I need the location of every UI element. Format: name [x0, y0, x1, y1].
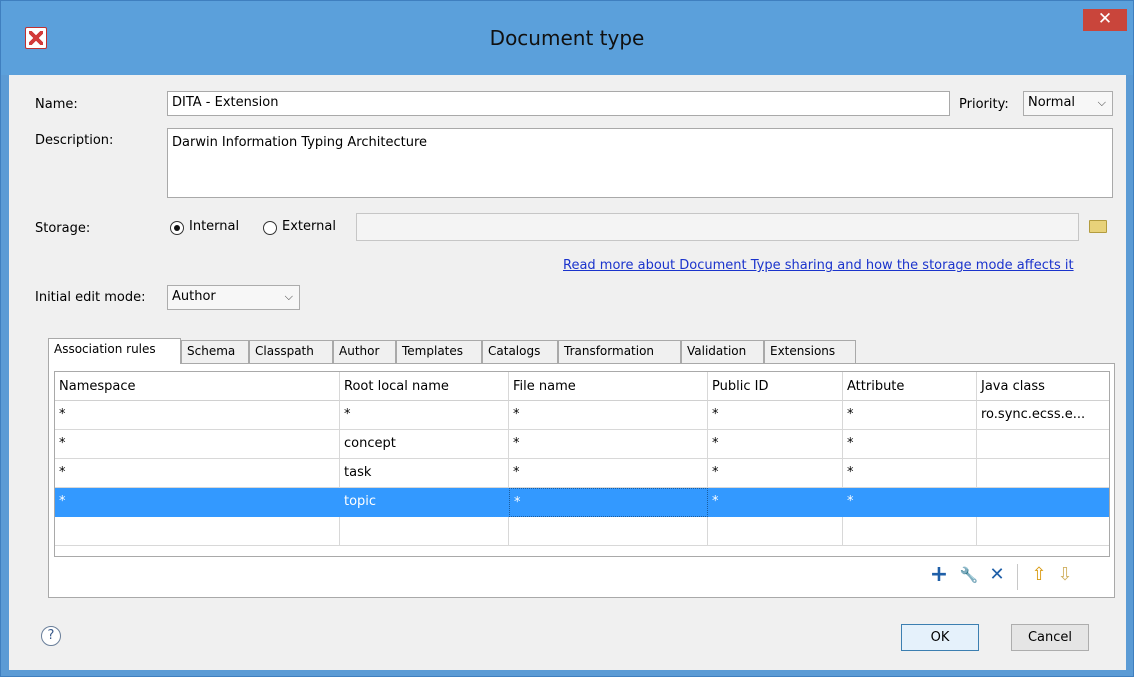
name-label: Name: [35, 97, 78, 112]
table-cell: concept [340, 430, 509, 459]
table-cell: * [55, 488, 340, 517]
priority-value: Normal [1028, 95, 1076, 110]
table-cell: * [509, 401, 708, 430]
table-cell: task [340, 459, 509, 488]
table-cell-focused: * [509, 488, 708, 517]
table-actions: + 🔧 ✕ ⇧ ⇩ [929, 564, 1109, 590]
table-cell: * [55, 459, 340, 488]
table-cell: * [55, 401, 340, 430]
association-rules-panel: Namespace Root local name File name Publ… [48, 363, 1115, 598]
table-cell: * [509, 459, 708, 488]
column-header[interactable]: Public ID [708, 372, 843, 401]
edit-mode-label: Initial edit mode: [35, 290, 146, 305]
move-up-icon[interactable]: ⇧ [1029, 564, 1049, 586]
storage-label: Storage: [35, 221, 91, 236]
toolbar-separator [1017, 564, 1018, 590]
table-cell [977, 488, 1109, 517]
chevron-down-icon: ⌵ [1097, 96, 1106, 109]
add-icon[interactable]: + [929, 564, 949, 586]
dialog-window: Document type ✕ Name: DITA - Extension P… [0, 0, 1134, 677]
table-cell [843, 517, 977, 546]
table-cell: * [708, 459, 843, 488]
chevron-down-icon: ⌵ [284, 290, 293, 303]
table-cell [708, 517, 843, 546]
table-cell: * [708, 430, 843, 459]
table-cell [340, 517, 509, 546]
storage-internal-label: Internal [189, 219, 240, 234]
help-icon[interactable]: ? [41, 626, 61, 646]
table-row-selected[interactable]: * topic * * * [55, 488, 1109, 517]
table-row[interactable]: * * * * * ro.sync.ecss.e... [55, 401, 1109, 430]
window-title: Document type [489, 26, 645, 50]
column-header[interactable]: Java class [977, 372, 1109, 401]
table-cell [509, 517, 708, 546]
move-down-icon[interactable]: ⇩ [1055, 564, 1075, 586]
dialog-body: Name: DITA - Extension Priority: Normal … [9, 75, 1126, 670]
name-input[interactable]: DITA - Extension [167, 91, 950, 116]
table-cell: * [55, 430, 340, 459]
table-cell: topic [340, 488, 509, 517]
tab-schema[interactable]: Schema [181, 340, 249, 363]
table-row-empty[interactable] [55, 517, 1109, 546]
association-rules-table[interactable]: Namespace Root local name File name Publ… [54, 371, 1110, 557]
table-cell [977, 430, 1109, 459]
description-label: Description: [35, 133, 114, 148]
storage-path-input [356, 213, 1079, 241]
close-button[interactable]: ✕ [1083, 9, 1127, 31]
column-header[interactable]: Attribute [843, 372, 977, 401]
table-cell: * [708, 488, 843, 517]
edit-wrench-icon[interactable]: 🔧 [959, 564, 979, 586]
tab-transformation[interactable]: Transformation [558, 340, 681, 363]
table-cell: * [843, 488, 977, 517]
description-textarea[interactable]: Darwin Information Typing Architecture [167, 128, 1113, 198]
table-header-row: Namespace Root local name File name Publ… [55, 372, 1109, 401]
table-cell: * [340, 401, 509, 430]
storage-external-radio[interactable] [263, 221, 277, 235]
table-row[interactable]: * concept * * * [55, 430, 1109, 459]
tab-templates[interactable]: Templates [396, 340, 482, 363]
table-cell: * [843, 459, 977, 488]
table-cell: * [843, 401, 977, 430]
tab-classpath[interactable]: Classpath [249, 340, 333, 363]
table-cell [977, 517, 1109, 546]
storage-help-link[interactable]: Read more about Document Type sharing an… [563, 258, 1074, 273]
priority-select[interactable]: Normal ⌵ [1023, 91, 1113, 116]
table-cell: * [509, 430, 708, 459]
column-header[interactable]: Namespace [55, 372, 340, 401]
tab-association-rules[interactable]: Association rules [48, 338, 181, 364]
tab-validation[interactable]: Validation [681, 340, 764, 363]
column-header[interactable]: Root local name [340, 372, 509, 401]
tab-catalogs[interactable]: Catalogs [482, 340, 558, 363]
cancel-button[interactable]: Cancel [1011, 624, 1089, 651]
table-cell [977, 459, 1109, 488]
table-cell: * [708, 401, 843, 430]
edit-mode-value: Author [172, 289, 216, 304]
table-row[interactable]: * task * * * [55, 459, 1109, 488]
priority-label: Priority: [959, 97, 1009, 112]
folder-browse-icon[interactable] [1089, 220, 1107, 233]
table-cell: ro.sync.ecss.e... [977, 401, 1109, 430]
column-header[interactable]: File name [509, 372, 708, 401]
title-bar: Document type ✕ [1, 1, 1133, 75]
tab-author[interactable]: Author [333, 340, 396, 363]
ok-button[interactable]: OK [901, 624, 979, 651]
table-cell: * [843, 430, 977, 459]
tab-extensions[interactable]: Extensions [764, 340, 856, 363]
storage-internal-radio[interactable] [170, 221, 184, 235]
remove-icon[interactable]: ✕ [987, 564, 1007, 586]
edit-mode-select[interactable]: Author ⌵ [167, 285, 300, 310]
storage-external-label: External [282, 219, 336, 234]
table-cell [55, 517, 340, 546]
